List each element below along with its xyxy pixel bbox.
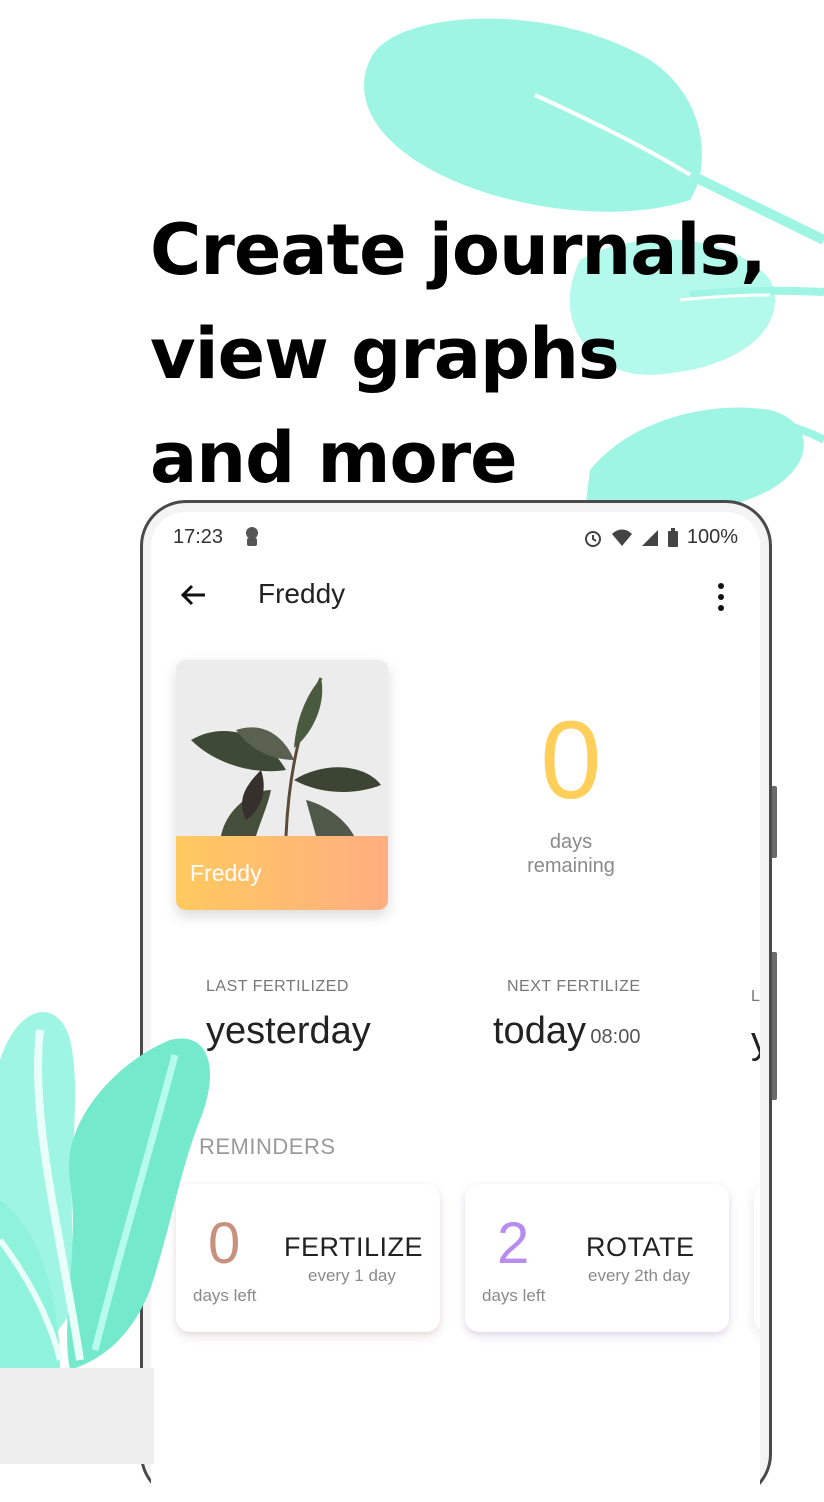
reminder-count: 2 [497, 1211, 530, 1276]
signal-icon [641, 529, 658, 546]
reminder-title: ROTATE [586, 1232, 695, 1262]
headline-line-2: view graphs [150, 313, 620, 395]
status-time: 17:23 [173, 526, 224, 548]
plant-card-name: Freddy [190, 860, 262, 886]
reminder-count-label: days left [482, 1286, 546, 1305]
back-arrow-icon[interactable] [177, 578, 211, 612]
countdown-label-line-2: remaining [527, 855, 615, 877]
countdown-label: days remaining [481, 830, 661, 878]
page-title: Freddy [258, 578, 346, 609]
reminder-title: FERTILIZE [284, 1232, 424, 1262]
headline: Create journals, view graphs and more [150, 198, 790, 510]
stat-time-next-fertilize: 08:00 [590, 1026, 641, 1048]
stat-value-last-fertilized: yesterday [206, 1010, 371, 1052]
alarm-icon [584, 530, 601, 547]
stat-label-next-fertilize: NEXT FERTILIZE [507, 978, 641, 995]
plant-photo [176, 660, 388, 836]
stat-value-partial: y [751, 1020, 760, 1063]
more-vert-icon[interactable] [711, 580, 731, 614]
wifi-icon [611, 529, 632, 546]
battery-icon [667, 527, 678, 547]
headline-line-1: Create journals, [150, 209, 767, 291]
app-screen: 17:23 100% Freddy Freddy 0 days remainin… [151, 512, 760, 1502]
plant-status-icon [246, 527, 258, 546]
reminder-card-rotate[interactable]: 2 days left ROTATE every 2th day [465, 1184, 729, 1332]
reminder-card-partial[interactable] [754, 1184, 760, 1332]
stat-label-partial: L [751, 988, 760, 1005]
countdown-value: 0 [540, 699, 602, 822]
battery-level: 100% [686, 526, 738, 548]
potted-plant-decoration [0, 1012, 210, 1464]
reminder-frequency: every 1 day [308, 1266, 396, 1285]
headline-line-3: and more [150, 417, 518, 499]
plant-photo-card[interactable]: Freddy [176, 660, 388, 910]
stat-next-fertilize: today 08:00 [493, 1010, 640, 1053]
status-icons: 100% [583, 526, 738, 549]
reminder-frequency: every 2th day [588, 1266, 691, 1285]
stat-value-next-fertilize: today [493, 1010, 586, 1052]
countdown-label-line-1: days [549, 831, 593, 853]
stat-label-last-fertilized: LAST FERTILIZED [206, 978, 349, 995]
